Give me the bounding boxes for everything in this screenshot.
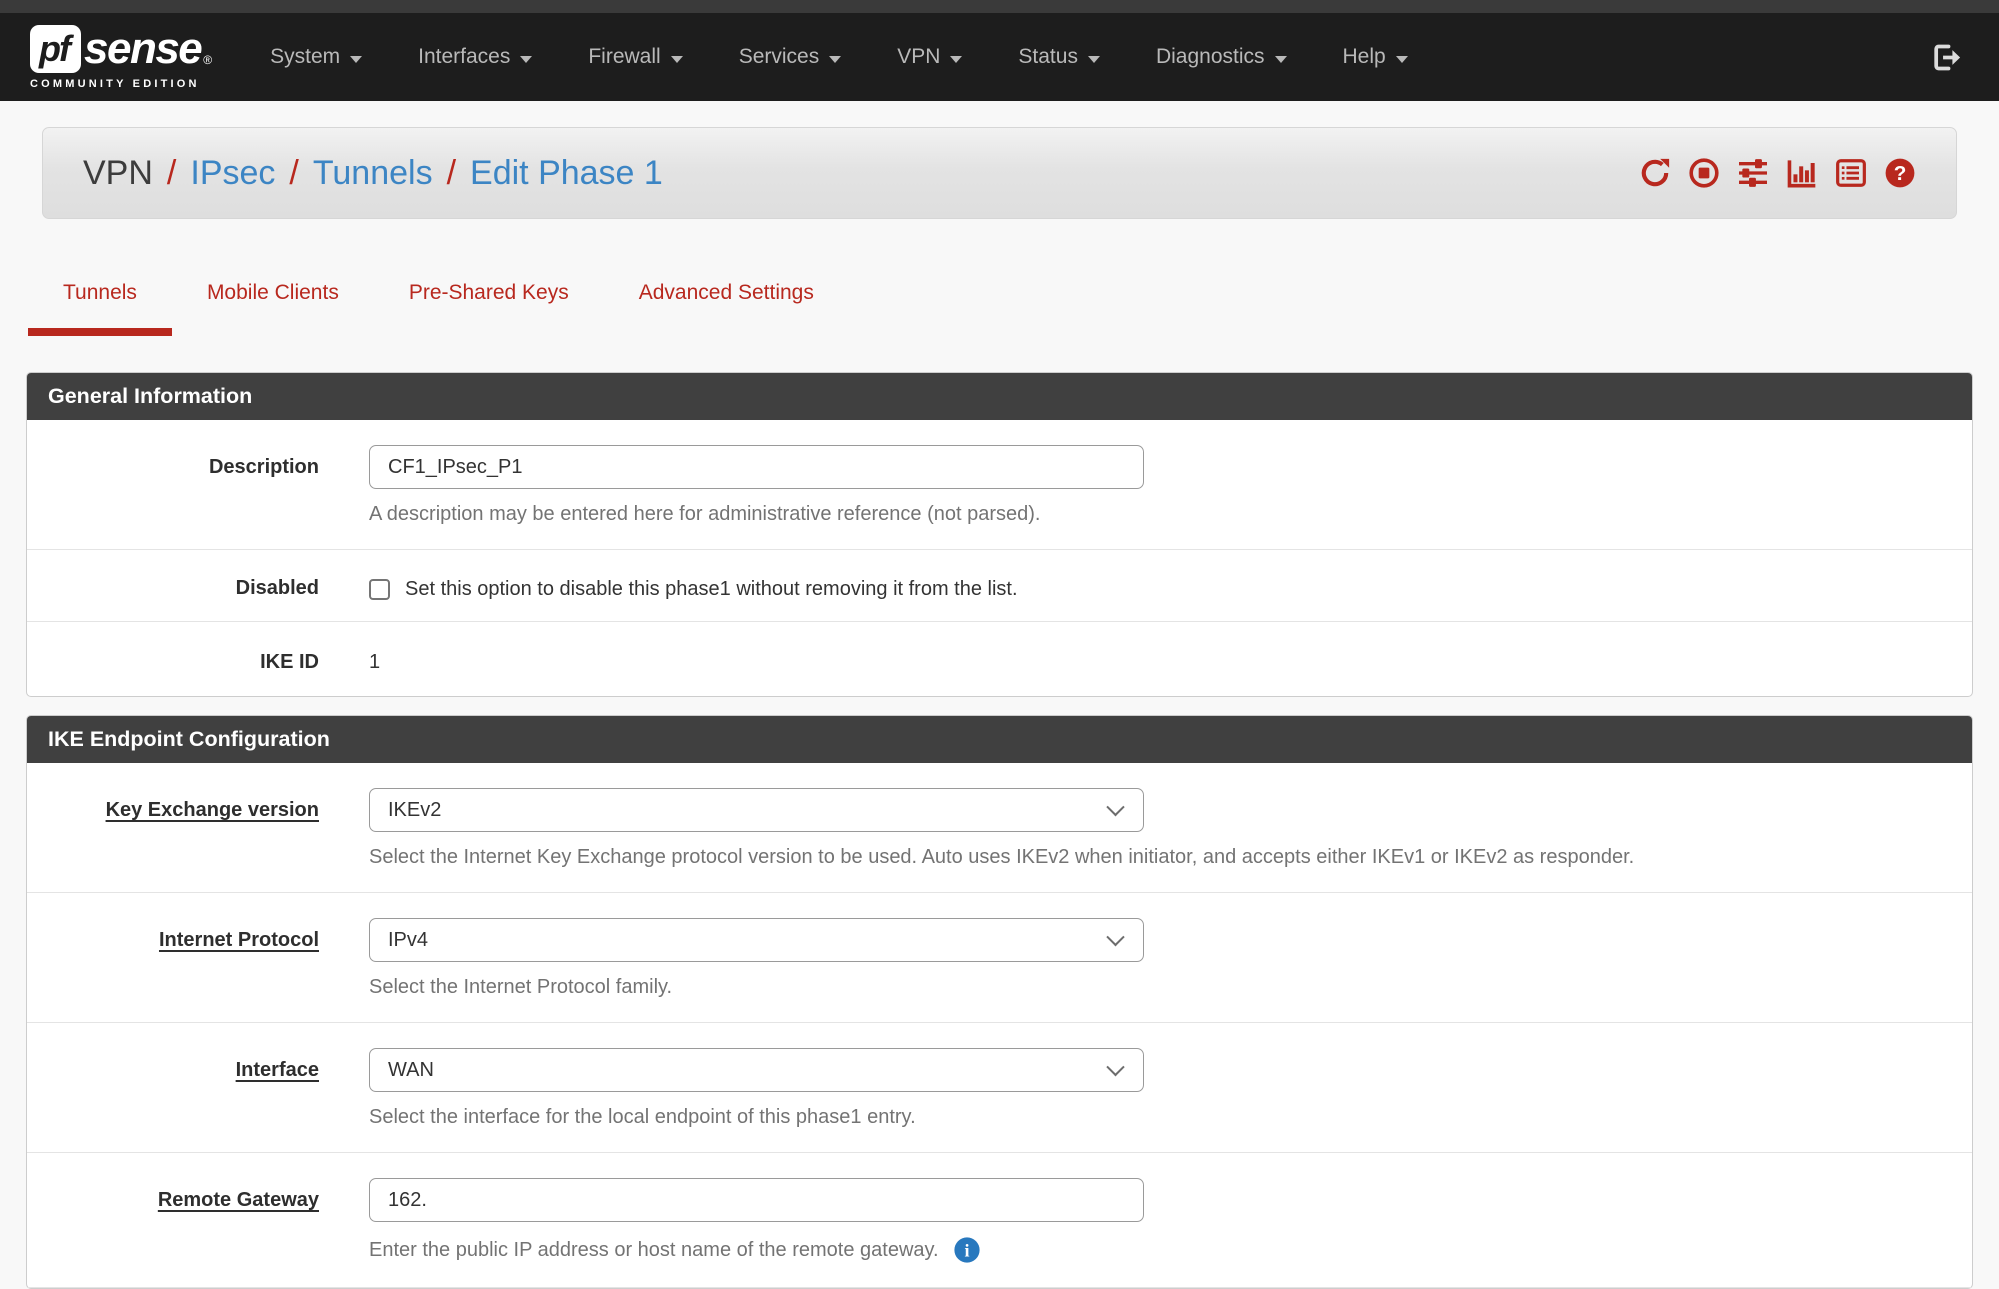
interface-select[interactable]: WAN — [369, 1048, 1144, 1092]
chevron-down-icon — [1275, 56, 1287, 63]
description-label: Description — [27, 445, 319, 479]
key-exchange-version-label: Key Exchange version — [27, 788, 319, 822]
nav-menu: System Interfaces Firewall Services VPN … — [242, 13, 1436, 101]
sliders-icon[interactable] — [1737, 157, 1769, 189]
panel-title-general-information: General Information — [27, 373, 1972, 420]
ipsec-tab-bar: Tunnels Mobile Clients Pre-Shared Keys A… — [28, 269, 1971, 336]
internet-protocol-select[interactable]: IPv4 — [369, 918, 1144, 962]
breadcrumb-current: VPN — [83, 154, 153, 193]
general-information-panel: General Information Description A descri… — [26, 372, 1973, 697]
key-exchange-version-help-text: Select the Internet Key Exchange protoco… — [369, 846, 1972, 869]
svg-text:?: ? — [1894, 162, 1907, 185]
remote-gateway-help-text: Enter the public IP address or host name… — [369, 1236, 1972, 1264]
breadcrumb-link-tunnels[interactable]: Tunnels — [313, 154, 433, 193]
breadcrumb-separator: / — [167, 154, 176, 193]
disabled-label: Disabled — [27, 572, 319, 600]
nav-item-services[interactable]: Services — [711, 13, 870, 101]
internet-protocol-row: Internet Protocol IPv4 Select the Intern… — [27, 893, 1972, 1023]
panel-title-ike-endpoint-configuration: IKE Endpoint Configuration — [27, 716, 1972, 763]
window-top-strip — [0, 0, 1999, 13]
sign-out-icon — [1930, 41, 1963, 74]
ike-endpoint-configuration-panel: IKE Endpoint Configuration Key Exchange … — [26, 715, 1973, 1289]
nav-item-help[interactable]: Help — [1315, 13, 1436, 101]
chevron-down-icon — [520, 56, 532, 63]
nav-item-firewall[interactable]: Firewall — [560, 13, 710, 101]
nav-item-system[interactable]: System — [242, 13, 390, 101]
chevron-down-icon — [1396, 56, 1408, 63]
description-row: Description A description may be entered… — [27, 420, 1972, 550]
nav-item-interfaces[interactable]: Interfaces — [390, 13, 560, 101]
internet-protocol-label: Internet Protocol — [27, 918, 319, 952]
disabled-checkbox[interactable] — [369, 579, 390, 600]
svg-text:i: i — [964, 1240, 969, 1260]
logo-subtitle: COMMUNITY EDITION — [30, 78, 212, 90]
description-help-text: A description may be entered here for ad… — [369, 503, 1972, 526]
tab-pre-shared-keys[interactable]: Pre-Shared Keys — [374, 269, 604, 336]
chevron-down-icon — [829, 56, 841, 63]
chevron-down-icon — [350, 56, 362, 63]
log-list-icon[interactable] — [1835, 157, 1867, 189]
breadcrumb-separator: / — [447, 154, 456, 193]
pf-logo-box: pf — [30, 25, 81, 73]
tab-advanced-settings[interactable]: Advanced Settings — [604, 269, 849, 336]
breadcrumb-link-ipsec[interactable]: IPsec — [190, 154, 275, 193]
disabled-row: Disabled Set this option to disable this… — [27, 550, 1972, 622]
main-navbar: pf sense ® COMMUNITY EDITION System Inte… — [0, 13, 1999, 101]
remote-gateway-input[interactable] — [369, 1178, 1144, 1222]
interface-help-text: Select the interface for the local endpo… — [369, 1106, 1972, 1129]
key-exchange-version-row: Key Exchange version IKEv2 Select the In… — [27, 763, 1972, 893]
ike-id-label: IKE ID — [27, 640, 319, 674]
stop-icon[interactable] — [1688, 157, 1720, 189]
chevron-down-icon — [1088, 56, 1100, 63]
refresh-icon[interactable] — [1639, 157, 1671, 189]
page-header: VPN / IPsec / Tunnels / Edit Phase 1 — [42, 127, 1957, 219]
interface-row: Interface WAN Select the interface for t… — [27, 1023, 1972, 1153]
breadcrumb: VPN / IPsec / Tunnels / Edit Phase 1 — [83, 154, 663, 193]
description-input[interactable] — [369, 445, 1144, 489]
nav-item-status[interactable]: Status — [990, 13, 1128, 101]
chevron-down-icon — [950, 56, 962, 63]
logo-sense-text: sense — [84, 25, 201, 73]
remote-gateway-row: Remote Gateway Enter the public IP addre… — [27, 1153, 1972, 1288]
ike-id-row: IKE ID 1 — [27, 622, 1972, 696]
nav-item-diagnostics[interactable]: Diagnostics — [1128, 13, 1315, 101]
disabled-checkbox-label: Set this option to disable this phase1 w… — [405, 578, 1018, 601]
registered-mark: ® — [203, 53, 212, 67]
breadcrumb-separator: / — [289, 154, 298, 193]
tab-tunnels[interactable]: Tunnels — [28, 269, 172, 336]
bar-chart-icon[interactable] — [1786, 157, 1818, 189]
chevron-down-icon — [671, 56, 683, 63]
internet-protocol-help-text: Select the Internet Protocol family. — [369, 976, 1972, 999]
help-icon[interactable]: ? — [1884, 157, 1916, 189]
tab-mobile-clients[interactable]: Mobile Clients — [172, 269, 374, 336]
ike-id-value: 1 — [369, 640, 1972, 674]
sign-out-button[interactable] — [1930, 41, 1969, 74]
remote-gateway-label: Remote Gateway — [27, 1178, 319, 1212]
key-exchange-version-select[interactable]: IKEv2 — [369, 788, 1144, 832]
nav-item-vpn[interactable]: VPN — [869, 13, 990, 101]
breadcrumb-link-edit-phase-1[interactable]: Edit Phase 1 — [470, 154, 663, 193]
info-icon[interactable]: i — [953, 1236, 981, 1264]
pfsense-logo[interactable]: pf sense ® COMMUNITY EDITION — [30, 25, 212, 90]
interface-label: Interface — [27, 1048, 319, 1082]
header-action-icons: ? — [1639, 157, 1916, 189]
